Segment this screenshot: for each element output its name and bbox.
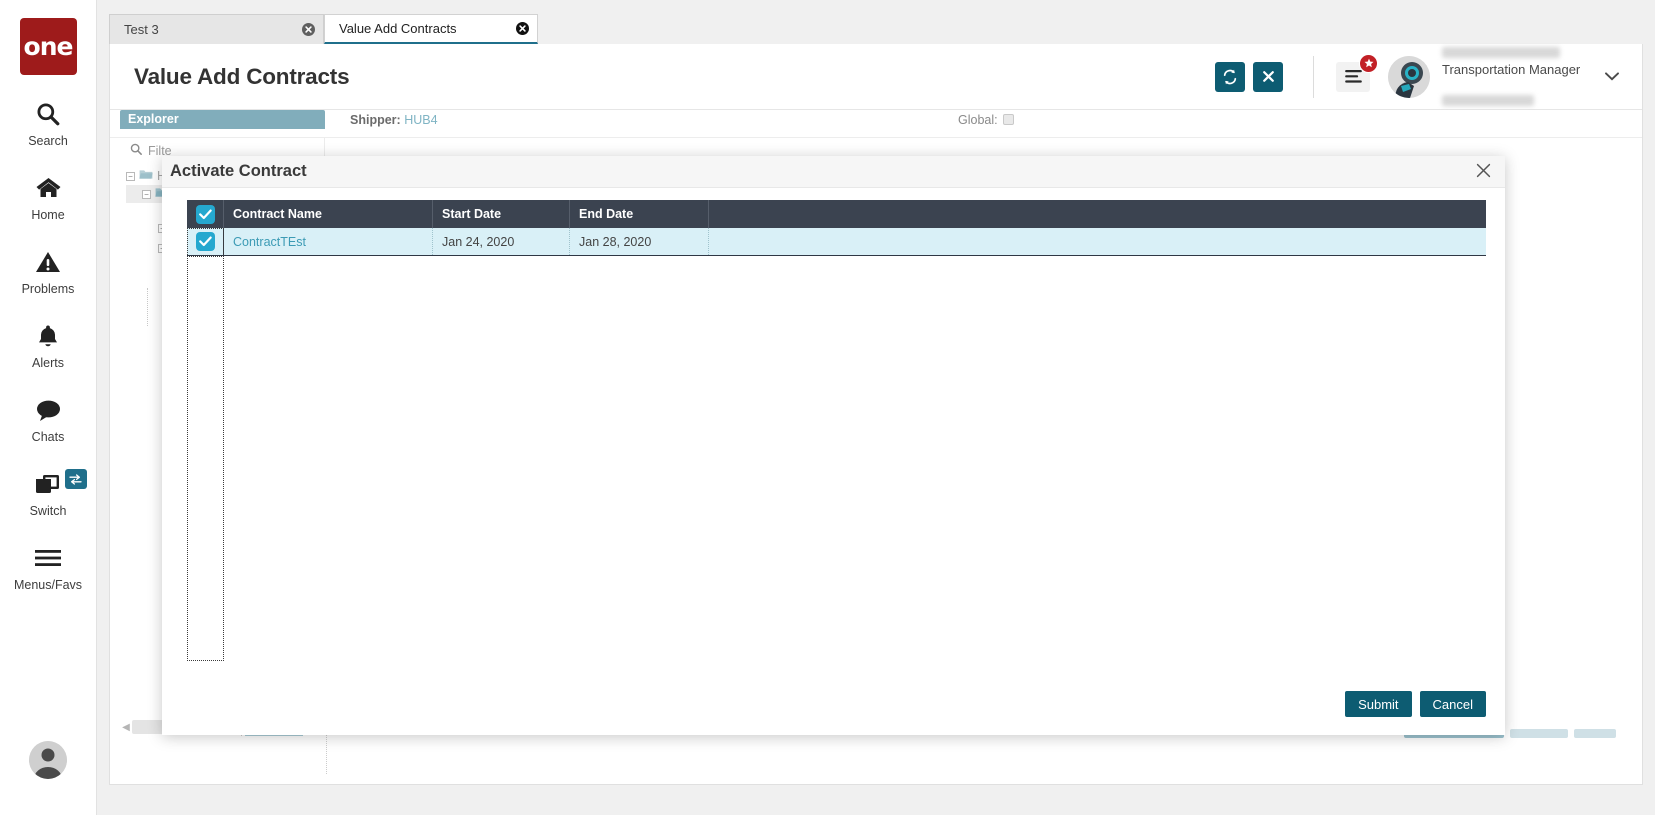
- tab-label: Value Add Contracts: [339, 21, 457, 36]
- cell-start-date: Jan 24, 2020: [433, 228, 570, 255]
- rail-label-home: Home: [31, 208, 65, 222]
- rail-label-switch: Switch: [29, 504, 67, 518]
- search-icon: [130, 142, 142, 160]
- hamburger-icon: [34, 541, 62, 575]
- submit-button[interactable]: Submit: [1345, 691, 1412, 717]
- header-actions: Transportation Manager: [1207, 47, 1626, 106]
- activate-contract-dialog: Activate Contract Contract Name Start Da…: [162, 156, 1505, 735]
- user-avatar[interactable]: [1388, 55, 1430, 98]
- cell-spacer: [709, 228, 1486, 255]
- select-all-header-cell[interactable]: [187, 200, 224, 228]
- header-divider: [1313, 55, 1314, 98]
- user-name-redacted: [1442, 47, 1560, 58]
- rail-label-problems: Problems: [21, 282, 75, 296]
- left-nav-rail: one Search Home Problems Alerts Chats Sw…: [0, 0, 97, 815]
- checkbox-column-focus-outline: [187, 228, 224, 661]
- rail-item-search[interactable]: Search: [0, 97, 97, 149]
- folder-open-icon: [139, 169, 153, 183]
- tab-strip: Test 3 Value Add Contracts: [97, 0, 1655, 44]
- browser-tab-test-3[interactable]: Test 3: [109, 14, 324, 44]
- tab-label: Test 3: [124, 22, 159, 37]
- browser-tab-value-add-contracts[interactable]: Value Add Contracts: [324, 14, 538, 44]
- rail-bottom-avatar[interactable]: [29, 741, 67, 779]
- row-checkbox[interactable]: [195, 232, 215, 251]
- cell-contract-name: ContractTEst: [224, 228, 433, 255]
- one-logo[interactable]: one: [19, 18, 77, 75]
- close-icon[interactable]: [1476, 163, 1491, 181]
- grid-header-row: Contract Name Start Date End Date: [187, 200, 1486, 228]
- switch-toggle-badge-icon[interactable]: [64, 469, 87, 489]
- column-header-start-date[interactable]: Start Date: [433, 200, 570, 228]
- collapse-icon[interactable]: −: [142, 189, 151, 199]
- select-all-checkbox[interactable]: [195, 204, 215, 224]
- sub-toolbar: Explorer Shipper: HUB4 Global:: [110, 110, 1642, 138]
- shipper-value[interactable]: HUB4: [404, 113, 437, 127]
- refresh-icon[interactable]: [1215, 61, 1245, 92]
- column-header-contract-name[interactable]: Contract Name: [224, 200, 433, 228]
- dialog-title: Activate Contract: [170, 162, 307, 180]
- app-root: one Search Home Problems Alerts Chats Sw…: [0, 0, 1655, 815]
- rail-item-menus-favs[interactable]: Menus/Favs: [0, 541, 97, 593]
- dialog-footer: Submit Cancel: [162, 673, 1505, 735]
- collapse-icon[interactable]: −: [126, 171, 135, 181]
- rail-label-alerts: Alerts: [32, 356, 64, 370]
- column-header-end-date[interactable]: End Date: [570, 200, 709, 228]
- underlying-button-2[interactable]: [1510, 729, 1568, 738]
- rail-item-home[interactable]: Home: [0, 171, 97, 223]
- search-icon: [35, 97, 61, 131]
- chat-bubble-icon: [35, 393, 62, 427]
- rail-item-alerts[interactable]: Alerts: [0, 319, 97, 371]
- home-icon: [35, 171, 62, 205]
- user-role: Transportation Manager: [1442, 62, 1581, 77]
- scroll-left-icon[interactable]: ◀: [120, 722, 132, 733]
- chevron-down-icon[interactable]: [1598, 63, 1626, 91]
- user-org-redacted: [1442, 95, 1534, 106]
- rail-label-search: Search: [28, 134, 68, 148]
- close-icon[interactable]: [284, 23, 315, 36]
- bell-icon: [36, 319, 60, 353]
- windows-stack-icon: [34, 467, 62, 501]
- rail-label-menus-favs: Menus/Favs: [13, 578, 83, 592]
- hamburger-menu-icon[interactable]: [1336, 53, 1378, 92]
- explorer-tab[interactable]: Explorer: [120, 110, 325, 129]
- table-row[interactable]: ContractTEst Jan 24, 2020 Jan 28, 2020: [187, 228, 1486, 256]
- warning-triangle-icon: [35, 245, 61, 279]
- cell-end-date: Jan 28, 2020: [570, 228, 709, 255]
- close-icon[interactable]: [498, 22, 529, 35]
- page-title: Value Add Contracts: [134, 63, 350, 89]
- rail-item-chats[interactable]: Chats: [0, 393, 97, 445]
- dialog-header: Activate Contract: [162, 156, 1505, 188]
- global-checkbox[interactable]: [1003, 114, 1014, 125]
- rail-label-switch-chats: Chats: [31, 430, 65, 444]
- tree-connector-line: [147, 288, 148, 326]
- dialog-body: Contract Name Start Date End Date Contra…: [162, 188, 1505, 673]
- cancel-button[interactable]: Cancel: [1419, 691, 1486, 717]
- close-x-icon[interactable]: [1253, 61, 1283, 92]
- rail-item-problems[interactable]: Problems: [0, 245, 97, 297]
- shipper-info: Shipper: HUB4: [350, 113, 438, 127]
- user-info: Transportation Manager: [1442, 47, 1581, 106]
- underlying-button-3[interactable]: [1574, 729, 1616, 738]
- row-select-cell[interactable]: [187, 228, 224, 255]
- star-badge-icon: [1359, 53, 1378, 73]
- contract-name-link[interactable]: ContractTEst: [233, 235, 306, 249]
- shipper-label: Shipper:: [350, 113, 401, 127]
- page-header: Value Add Contracts Transportation Manag…: [110, 44, 1642, 110]
- column-header-spacer: [709, 200, 1486, 228]
- rail-item-switch[interactable]: Switch: [0, 467, 97, 519]
- global-label: Global:: [958, 113, 998, 127]
- contracts-grid: Contract Name Start Date End Date Contra…: [187, 200, 1486, 256]
